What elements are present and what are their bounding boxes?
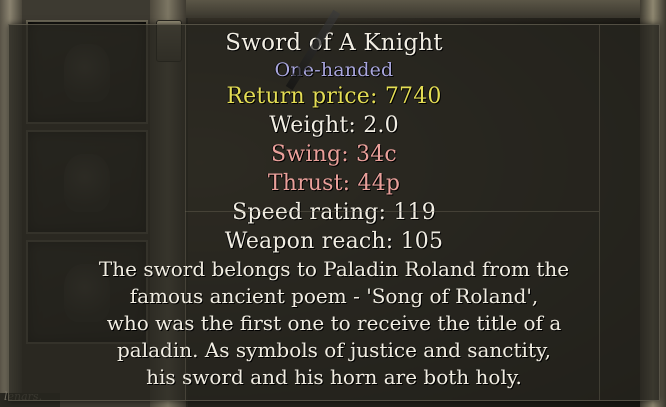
grid-divider [185,25,186,400]
description-line: who was the first one to receive the tit… [106,311,562,335]
description-line: paladin. As symbols of justice and sanct… [117,338,551,362]
item-weight: Weight: 2.0 [269,113,399,138]
item-swing-damage: Swing: 34c [271,142,397,167]
description-line: his sword and his horn are both holy. [146,365,522,389]
item-thrust-damage: Thrust: 44p [267,171,401,196]
window-top-border [186,0,640,18]
description-line: famous ancient poem - 'Song of Roland', [129,284,539,308]
grid-divider [599,25,600,400]
grid-divider [185,211,599,212]
description-line: The sword belongs to Paladin Roland from… [98,257,570,281]
item-weapon-reach: Weapon reach: 105 [224,229,444,254]
item-type: One-handed [274,59,394,81]
item-speed-rating: Speed rating: 119 [232,200,436,225]
item-description: The sword belongs to Paladin Roland from… [9,256,659,391]
item-price: Return price: 7740 [226,84,442,109]
item-tooltip: Sword of A Knight One-handed Return pric… [8,9,660,401]
item-name: Sword of A Knight [225,30,443,56]
